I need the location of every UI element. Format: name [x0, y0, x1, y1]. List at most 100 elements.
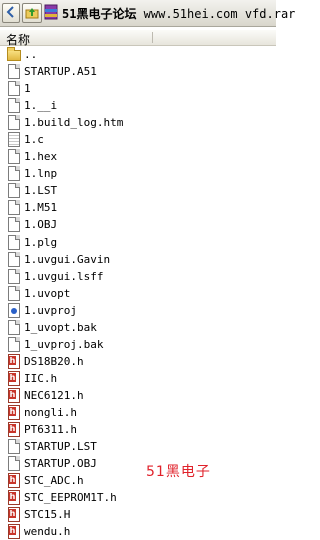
file-icon [8, 285, 20, 301]
file-name: 1_uvproj.bak [24, 337, 104, 351]
file-row[interactable]: nongli.h [0, 404, 276, 421]
file-row[interactable]: 1.uvgui.Gavin [0, 251, 276, 268]
file-icon [8, 251, 20, 267]
file-name: DS18B20.h [24, 354, 84, 368]
file-row[interactable]: STARTUP.OBJ [0, 455, 276, 472]
file-icon [8, 268, 20, 284]
file-row[interactable]: 1_uvproj.bak [0, 336, 276, 353]
column-separator[interactable] [152, 32, 153, 43]
file-icon [8, 336, 20, 352]
file-icon [8, 200, 20, 216]
file-name: IIC.h [24, 371, 58, 385]
file-name: STARTUP.LST [24, 440, 97, 454]
up-folder-button[interactable] [22, 3, 42, 23]
file-name: 1.plg [24, 235, 58, 249]
file-icon [8, 234, 20, 250]
header-file-icon [8, 507, 20, 523]
file-icon [8, 166, 20, 182]
file-name: 1_uvopt.bak [24, 320, 97, 334]
file-name: 1.__i [24, 99, 58, 113]
file-name: 1.hex [24, 150, 58, 164]
project-file-icon [8, 302, 20, 318]
file-row[interactable]: 1.uvopt [0, 285, 276, 302]
file-icon [8, 439, 20, 455]
header-file-icon [8, 353, 20, 369]
file-row[interactable]: STARTUP.LST [0, 438, 276, 455]
file-list: .. STARTUP.A51 1 1.__i 1.build_log.htm 1.c 1.h… [0, 46, 276, 540]
file-row[interactable]: 1.build_log.htm [0, 114, 276, 131]
file-name: 1.c [24, 133, 44, 147]
file-row[interactable]: 1 [0, 80, 276, 97]
file-icon [8, 81, 20, 97]
archive-icon [44, 4, 58, 20]
file-name: nongli.h [24, 405, 77, 419]
file-name: 1 [24, 82, 31, 96]
file-name: 1.lnp [24, 167, 58, 181]
back-button[interactable] [2, 3, 20, 23]
file-row[interactable]: 1.hex [0, 148, 276, 165]
file-row[interactable]: 1.lnp [0, 165, 276, 182]
file-row[interactable]: 1.M51 [0, 199, 276, 216]
file-row[interactable]: STC15.H [0, 506, 276, 523]
file-name: 1.uvgui.lsff [24, 269, 104, 283]
title-bar: 51黑电子论坛 www.51hei.com vfd.rar [0, 0, 295, 27]
file-row[interactable]: 1.OBJ [0, 216, 276, 233]
title-prefix: 51黑电子论坛 [62, 7, 137, 21]
header-file-icon [8, 387, 20, 403]
file-name: PT6311.h [24, 423, 77, 437]
file-row[interactable]: .. [0, 46, 276, 63]
file-row[interactable]: 1_uvopt.bak [0, 319, 276, 336]
file-row[interactable]: DS18B20.h [0, 353, 276, 370]
header-file-icon [8, 422, 20, 438]
file-row[interactable]: STC_ADC.h [0, 472, 276, 489]
folder-up-icon [25, 8, 39, 19]
file-name: 1.uvproj [24, 303, 77, 317]
file-name: 1.LST [24, 184, 58, 198]
file-row[interactable]: PT6311.h [0, 421, 276, 438]
text-file-icon [8, 132, 20, 148]
header-file-icon [8, 404, 20, 420]
file-icon [8, 115, 20, 131]
watermark-text: 51黑电子 [146, 464, 211, 480]
file-name: STC_EEPROM1T.h [24, 491, 117, 505]
file-name: wendu.h [24, 525, 71, 539]
file-row[interactable]: STARTUP.A51 [0, 63, 276, 80]
file-icon [8, 319, 20, 335]
header-file-icon [8, 473, 20, 489]
file-name: 1.OBJ [24, 218, 58, 232]
file-name: STARTUP.A51 [24, 65, 97, 79]
file-row[interactable]: 1.uvproj [0, 302, 276, 319]
file-row[interactable]: wendu.h [0, 523, 276, 540]
file-icon [8, 183, 20, 199]
file-name: STC_ADC.h [24, 474, 84, 488]
back-arrow-icon [6, 6, 14, 18]
folder-icon [7, 47, 21, 61]
file-row[interactable]: 1.c [0, 131, 276, 148]
file-name: 1.uvgui.Gavin [24, 252, 111, 266]
file-name: STC15.H [24, 508, 71, 522]
file-icon [8, 217, 20, 233]
column-header: 名称 [0, 30, 276, 47]
file-icon [8, 149, 20, 165]
file-name: NEC6121.h [24, 388, 84, 402]
file-name: .. [24, 48, 38, 61]
file-icon [8, 98, 20, 114]
file-icon [8, 456, 20, 472]
file-name: 1.uvopt [24, 286, 71, 300]
file-row[interactable]: 1.uvgui.lsff [0, 268, 276, 285]
title-path: www.51hei.com vfd.rar [136, 7, 296, 21]
file-icon [8, 64, 20, 80]
file-row[interactable]: 1.__i [0, 97, 276, 114]
header-file-icon [8, 524, 20, 540]
file-row[interactable]: IIC.h [0, 370, 276, 387]
file-name: 1.M51 [24, 201, 58, 215]
file-row[interactable]: NEC6121.h [0, 387, 276, 404]
file-name: STARTUP.OBJ [24, 457, 97, 471]
file-row[interactable]: 1.LST [0, 182, 276, 199]
header-file-icon [8, 370, 20, 386]
window-title: 51黑电子论坛 www.51hei.com vfd.rar [62, 5, 295, 22]
header-file-icon [8, 490, 20, 506]
file-row[interactable]: 1.plg [0, 234, 276, 251]
file-name: 1.build_log.htm [24, 116, 124, 130]
file-row[interactable]: STC_EEPROM1T.h [0, 489, 276, 506]
